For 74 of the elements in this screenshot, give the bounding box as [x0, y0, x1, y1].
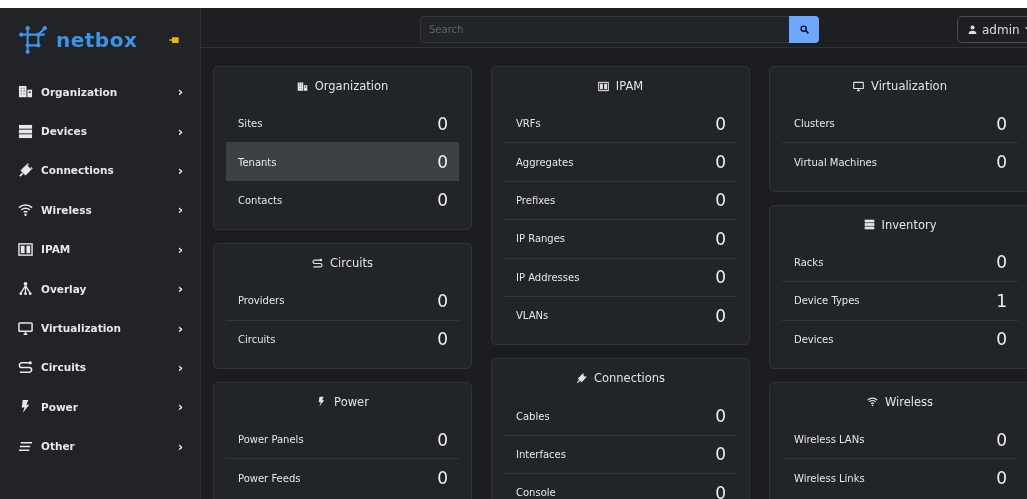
- search-button[interactable]: [789, 16, 819, 43]
- object-count-row[interactable]: Tenants 0: [226, 142, 459, 181]
- card-title: Organization: [226, 67, 459, 105]
- netbox-logo-text[interactable]: netbox: [56, 28, 138, 52]
- object-count-row[interactable]: Racks 0: [782, 243, 1018, 282]
- plug-icon: [18, 162, 33, 178]
- object-count-row[interactable]: Power Panels 0: [226, 420, 459, 459]
- building-icon: [296, 80, 308, 92]
- object-count-row[interactable]: Devices 0: [782, 319, 1018, 358]
- card-title: Wireless: [782, 382, 1018, 421]
- card-title: IPAM: [504, 67, 737, 105]
- card-title: Power: [226, 382, 459, 421]
- sidebar-item[interactable]: Virtualization ›: [0, 308, 200, 348]
- chevron-icon: ›: [177, 123, 183, 139]
- chevron-icon: ›: [177, 359, 183, 375]
- object-count-row[interactable]: Wireless Links 0: [782, 458, 1018, 497]
- sidebar-item[interactable]: Devices ›: [0, 111, 200, 151]
- server-icon: [863, 219, 875, 231]
- object-count-row[interactable]: Contacts 0: [226, 180, 459, 220]
- object-count-row[interactable]: Console 0: [504, 473, 737, 499]
- object-count-row[interactable]: Clusters 0: [782, 105, 1018, 143]
- object-count-row[interactable]: Circuits 0: [226, 319, 459, 358]
- route-icon: [312, 257, 323, 269]
- wifi-icon: [18, 202, 33, 218]
- object-count-row[interactable]: Virtual Machines 0: [782, 142, 1018, 181]
- plug-icon: [575, 372, 587, 384]
- chevron-icon: ›: [177, 438, 183, 454]
- monitor-icon: [18, 320, 33, 336]
- grid-icon: [18, 241, 33, 257]
- server-icon: [18, 123, 33, 139]
- card-title: Circuits: [226, 244, 459, 283]
- sidebar-item[interactable]: Circuits ›: [0, 347, 200, 388]
- chevron-icon: ›: [177, 84, 183, 100]
- chevron-icon: ›: [177, 281, 183, 297]
- wifi-icon: [866, 396, 878, 408]
- monitor-icon: [853, 80, 865, 92]
- sidebar-item[interactable]: IPAM ›: [0, 229, 200, 269]
- chevron-icon: ›: [177, 162, 183, 178]
- object-count-row[interactable]: Power Feeds 0: [226, 458, 459, 497]
- object-count-row[interactable]: Providers 0: [226, 282, 459, 320]
- object-count-row[interactable]: Aggregates 0: [504, 142, 737, 181]
- building-icon: [18, 84, 33, 100]
- object-count-row[interactable]: Prefixes 0: [504, 180, 737, 220]
- object-count-row[interactable]: Device Types 1: [782, 281, 1018, 320]
- chevron-icon: ›: [177, 202, 183, 218]
- object-count-row[interactable]: Wireless LANs 0: [782, 420, 1018, 459]
- object-count-row[interactable]: IP Addresses 0: [504, 257, 737, 296]
- search-field[interactable]: Search: [420, 16, 789, 43]
- object-count-row[interactable]: Cables 0: [504, 397, 737, 435]
- object-count-row[interactable]: Sites 0: [226, 105, 459, 143]
- network-icon: [18, 281, 33, 297]
- chevron-icon: ›: [177, 399, 183, 415]
- user-menu-button[interactable]: admin: [957, 16, 1027, 43]
- sidebar-item[interactable]: Other ›: [0, 426, 200, 466]
- search-icon: [799, 25, 809, 34]
- object-count-row[interactable]: IP Ranges 0: [504, 219, 737, 258]
- grid-icon: [597, 80, 609, 92]
- user-icon: [968, 25, 977, 34]
- sidebar-item[interactable]: Overlay ›: [0, 268, 200, 309]
- object-count-row[interactable]: Interfaces 0: [504, 434, 737, 474]
- route-icon: [18, 359, 33, 375]
- object-count-row[interactable]: VRFs 0: [504, 105, 737, 143]
- logo-icon: [18, 25, 48, 55]
- sidebar-item[interactable]: Connections ›: [0, 150, 200, 191]
- card-title: Inventory: [782, 205, 1018, 244]
- card-title: Virtualization: [782, 67, 1018, 105]
- sidebar-item[interactable]: Power ›: [0, 387, 200, 427]
- chevron-icon: ›: [177, 320, 183, 336]
- card-title: Connections: [504, 359, 737, 398]
- object-count-row[interactable]: VLANs 0: [504, 295, 737, 335]
- chevron-icon: ›: [177, 241, 183, 257]
- sidebar-item[interactable]: Wireless ›: [0, 190, 200, 230]
- sidebar-item[interactable]: Organization ›: [0, 72, 200, 112]
- pin-icon[interactable]: [169, 36, 180, 44]
